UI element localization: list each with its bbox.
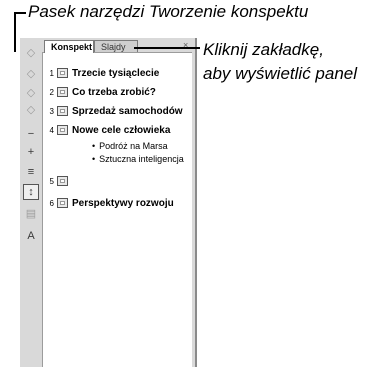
- screenshot-stage: Pasek narzędzi Tworzenie konspektu Konsp…: [0, 0, 381, 367]
- move-up-icon[interactable]: ◇: [23, 85, 39, 101]
- expand-icon[interactable]: +: [23, 144, 39, 160]
- callout-tab-leader: [134, 47, 200, 49]
- slide-title[interactable]: Nowe cele człowieka: [72, 125, 170, 136]
- slide-title[interactable]: Co trzeba zrobić?: [72, 87, 156, 98]
- slide-icon: [57, 176, 68, 186]
- slide-title[interactable]: Trzecie tysiąclecie: [72, 68, 159, 79]
- slide-title[interactable]: Perspektywy rozwoju: [72, 198, 174, 209]
- slide-number: 5: [49, 176, 54, 186]
- slide-title[interactable]: Sprzedaż samochodów: [72, 106, 183, 117]
- slide-number: 1: [49, 68, 54, 78]
- slide-icon: [57, 125, 68, 135]
- callout-toolbar-leader: [14, 12, 16, 52]
- callout-toolbar-label: Pasek narzędzi Tworzenie konspektu: [28, 2, 309, 21]
- outline-slide[interactable]: 4 Nowe cele człowieka: [47, 123, 171, 137]
- outline-slide[interactable]: 6 Perspektywy rozwoju: [47, 196, 174, 210]
- expand-all-icon[interactable]: ↕: [23, 184, 39, 200]
- slide-number: 2: [49, 87, 54, 97]
- slide-number: 4: [49, 125, 54, 135]
- outline-bullet[interactable]: Podróż na Marsa: [92, 141, 168, 151]
- tab-outline[interactable]: Konspekt: [44, 40, 94, 53]
- slide-icon: [57, 87, 68, 97]
- move-down-icon[interactable]: ◇: [23, 102, 39, 118]
- callout-tab-label-line1: Kliknij zakładkę,: [203, 40, 324, 59]
- slide-icon: [57, 198, 68, 208]
- pane-splitter[interactable]: [195, 38, 197, 367]
- outline-slide[interactable]: 5: [47, 174, 72, 188]
- outlining-toolbar: ◇ ◇ ◇ ◇ − + ≡ ↕ ▤ A: [20, 38, 42, 367]
- slide-icon: [57, 68, 68, 78]
- outline-bullet[interactable]: Sztuczna inteligencja: [92, 154, 184, 164]
- outline-slide[interactable]: 2 Co trzeba zrobić?: [47, 85, 156, 99]
- callout-tab-label-line2: aby wyświetlić panel: [203, 64, 358, 83]
- collapse-all-icon[interactable]: ≡: [23, 164, 39, 180]
- collapse-icon[interactable]: −: [23, 126, 39, 142]
- outline-slide[interactable]: 1 Trzecie tysiąclecie: [47, 66, 160, 80]
- outline-slide[interactable]: 3 Sprzedaż samochodów: [47, 104, 183, 118]
- show-formatting-icon[interactable]: A: [23, 228, 39, 244]
- demote-icon[interactable]: ◇: [23, 66, 39, 82]
- slide-number: 6: [49, 198, 54, 208]
- tab-slides[interactable]: Slajdy: [94, 40, 138, 52]
- slide-icon: [57, 106, 68, 116]
- callout-tab-label: Kliknij zakładkę, aby wyświetlić panel: [203, 38, 357, 86]
- slide-number: 3: [49, 106, 54, 116]
- promote-icon[interactable]: ◇: [23, 45, 39, 61]
- summary-slide-icon[interactable]: ▤: [23, 206, 39, 222]
